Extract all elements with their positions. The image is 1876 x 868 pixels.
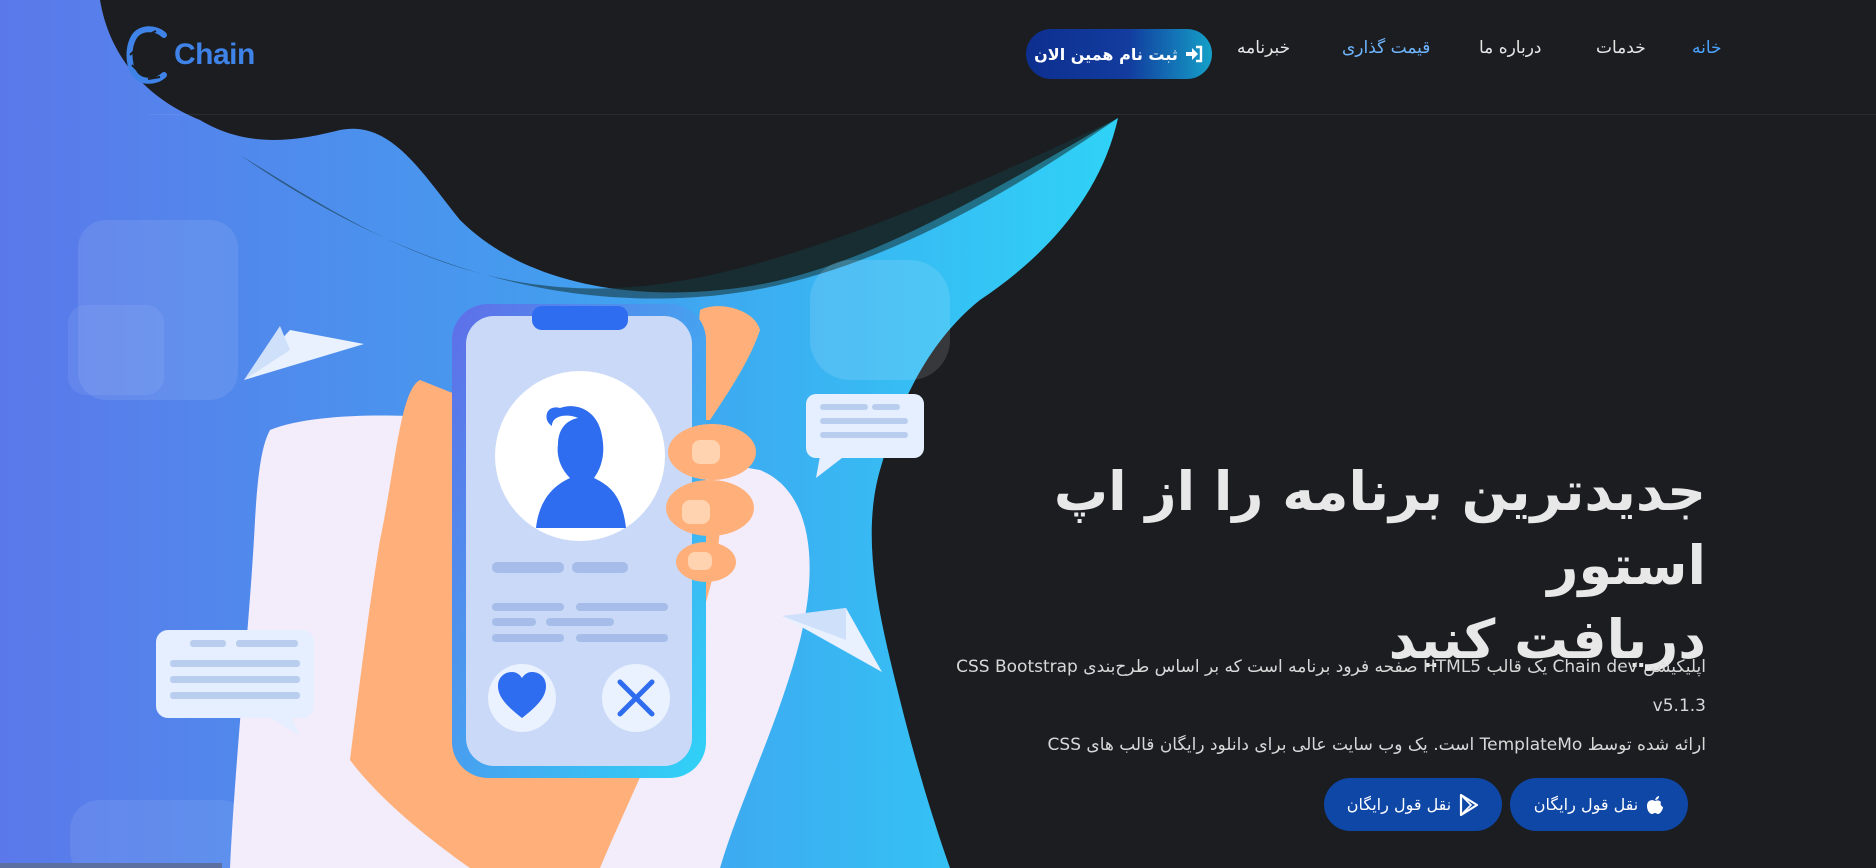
hero-desc-line2: ارائه شده توسط TemplateMo است. یک وب سای… [1047, 735, 1706, 755]
page-scrollbar[interactable] [0, 863, 222, 868]
sign-in-icon [1185, 45, 1203, 63]
signup-label: ثبت نام همین الان [1034, 44, 1178, 64]
signup-button[interactable]: ثبت نام همین الان [1026, 29, 1212, 79]
google-play-button[interactable]: نقل قول رایگان [1324, 778, 1502, 831]
chain-link-icon [126, 26, 167, 84]
hero-desc-line1: اپلیکیشن Chain dev یک قالب HTML5 صفحه فر… [956, 657, 1706, 716]
brand-name: Chain [174, 38, 255, 71]
nav-item-home[interactable]: خانه [1692, 38, 1722, 58]
google-play-icon [1460, 793, 1479, 816]
hero-title-line1: جدیدترین برنامه را از اپ استور [1053, 460, 1706, 597]
nav-item-about[interactable]: درباره ما [1479, 38, 1542, 58]
hero-description: اپلیکیشن Chain dev یک قالب HTML5 صفحه فر… [946, 648, 1706, 765]
navbar: Chain ثبت نام همین الان خبرنامه قیمت گذا… [0, 0, 1876, 115]
app-store-label: نقل قول رایگان [1533, 795, 1639, 814]
google-play-label: نقل قول رایگان [1346, 795, 1452, 814]
nav-item-newsletter[interactable]: خبرنامه [1237, 38, 1290, 58]
hero-title: جدیدترین برنامه را از اپ استور دریافت کن… [946, 455, 1706, 677]
navbar-divider [150, 114, 1876, 115]
landing-page: Chain ثبت نام همین الان خبرنامه قیمت گذا… [0, 0, 1876, 868]
nav-item-pricing[interactable]: قیمت گذاری [1342, 38, 1430, 58]
nav-item-services[interactable]: خدمات [1596, 38, 1646, 58]
brand-logo[interactable]: Chain [126, 24, 255, 86]
app-store-button[interactable]: نقل قول رایگان [1510, 778, 1688, 831]
apple-icon [1647, 795, 1664, 814]
